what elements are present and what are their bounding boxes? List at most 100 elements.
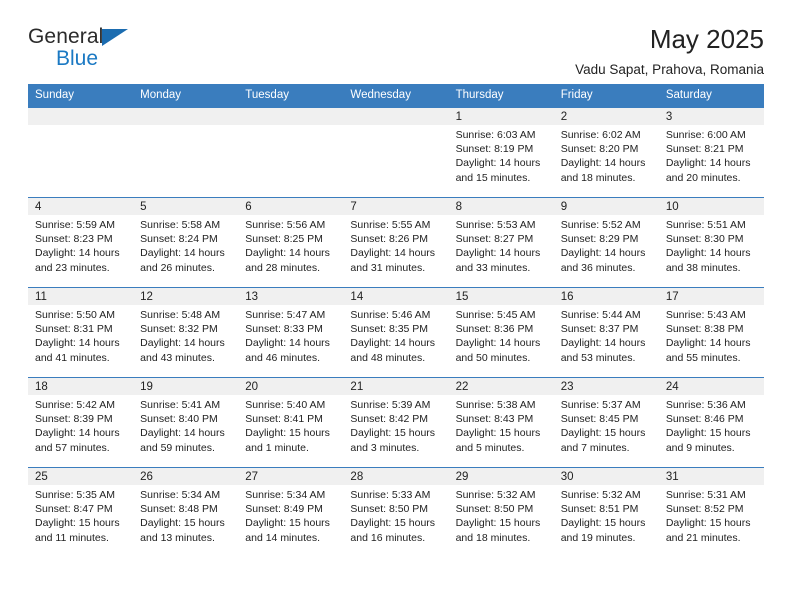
daylight-text-line1: Daylight: 14 hours — [35, 247, 120, 260]
daylight-text-line2: and 15 minutes. — [455, 171, 531, 184]
calendar-day-cell[interactable]: 1 Sunrise: 6:03 AM Sunset: 8:19 PM Daylight… — [448, 107, 554, 198]
calendar-day-cell[interactable]: 7 Sunrise: 5:55 AM Sunset: 8:26 PM Daylight… — [343, 197, 449, 288]
calendar-day-cell[interactable]: 31 Sunrise: 5:31 AM Sunset: 8:52 PM Dayligh… — [658, 467, 764, 558]
page-subtitle: Vadu Sapat, Prahova, Romania — [575, 62, 764, 78]
calendar-day-cell[interactable]: 23 Sunrise: 5:37 AM Sunset: 8:45 PM Dayligh… — [553, 377, 659, 468]
calendar-day-cell[interactable]: 3 Sunrise: 6:00 AM Sunset: 8:21 PM Daylight… — [658, 107, 764, 198]
calendar-day-cell[interactable]: 30 Sunrise: 5:32 AM Sunset: 8:51 PM Dayligh… — [553, 467, 659, 558]
sunrise-text: Sunrise: 5:48 AM — [140, 309, 221, 321]
day-sun-info: Sunrise: 6:00 AM Sunset: 8:21 PM Daylight:… — [659, 125, 764, 185]
sunset-text: Sunset: 8:21 PM — [665, 143, 744, 156]
sunset-text: Sunset: 8:35 PM — [350, 323, 429, 336]
daylight-text-line2: and 21 minutes. — [665, 531, 741, 544]
sunset-text: Sunset: 8:19 PM — [455, 143, 534, 156]
daylight-text-line2: and 33 minutes. — [455, 261, 531, 274]
day-sun-info: Sunrise: 5:33 AM Sunset: 8:50 PM Daylight:… — [343, 485, 448, 545]
calendar-day-cell[interactable]: 24 Sunrise: 5:36 AM Sunset: 8:46 PM Dayligh… — [658, 377, 764, 468]
day-number: 28 — [343, 468, 449, 485]
page-title: May 2025 — [649, 24, 764, 54]
daylight-text-line1: Daylight: 14 hours — [140, 337, 225, 350]
calendar-day-cell[interactable]: 12 Sunrise: 5:48 AM Sunset: 8:32 PM Dayligh… — [133, 287, 239, 378]
sunrise-text: Sunrise: 5:43 AM — [665, 309, 746, 321]
daylight-text-line1: Daylight: 15 hours — [350, 517, 436, 530]
sunrise-text: Sunrise: 5:31 AM — [665, 489, 746, 501]
day-sun-info: Sunrise: 5:35 AM Sunset: 8:47 PM Daylight:… — [28, 485, 133, 545]
sunset-text: Sunset: 8:52 PM — [665, 503, 744, 516]
calendar-day-cell[interactable]: 21 Sunrise: 5:39 AM Sunset: 8:42 PM Dayligh… — [343, 377, 449, 468]
calendar-week-row: 4 Sunrise: 5:59 AM Sunset: 8:23 PM Daylight… — [28, 197, 764, 288]
day-number — [28, 108, 134, 125]
calendar-day-cell[interactable]: 9 Sunrise: 5:52 AM Sunset: 8:29 PM Daylight… — [553, 197, 659, 288]
calendar-day-cell[interactable]: 29 Sunrise: 5:32 AM Sunset: 8:50 PM Dayligh… — [448, 467, 554, 558]
sunset-text: Sunset: 8:42 PM — [350, 413, 429, 426]
sunrise-text: Sunrise: 5:55 AM — [350, 219, 431, 231]
day-sun-info: Sunrise: 5:32 AM Sunset: 8:51 PM Daylight:… — [554, 485, 659, 545]
daylight-text-line2: and 11 minutes. — [35, 531, 109, 544]
calendar-day-cell[interactable]: 8 Sunrise: 5:53 AM Sunset: 8:27 PM Daylight… — [448, 197, 554, 288]
daylight-text-line1: Daylight: 14 hours — [665, 157, 751, 170]
calendar-day-cell[interactable]: 2 Sunrise: 6:02 AM Sunset: 8:20 PM Daylight… — [553, 107, 659, 198]
day-number: 9 — [553, 198, 659, 215]
calendar-day-cell[interactable]: 4 Sunrise: 5:59 AM Sunset: 8:23 PM Daylight… — [28, 197, 134, 288]
daylight-text-line1: Daylight: 15 hours — [35, 517, 120, 530]
day-number: 7 — [343, 198, 449, 215]
calendar-day-cell[interactable]: 26 Sunrise: 5:34 AM Sunset: 8:48 PM Dayligh… — [133, 467, 239, 558]
day-sun-info: Sunrise: 5:36 AM Sunset: 8:46 PM Daylight:… — [659, 395, 764, 455]
calendar-day-cell[interactable]: 14 Sunrise: 5:46 AM Sunset: 8:35 PM Dayligh… — [343, 287, 449, 378]
calendar-day-cell[interactable]: 20 Sunrise: 5:40 AM Sunset: 8:41 PM Dayligh… — [238, 377, 344, 468]
sunrise-text: Sunrise: 5:38 AM — [455, 399, 536, 411]
daylight-text-line1: Daylight: 14 hours — [455, 337, 541, 350]
calendar-day-cell[interactable]: 16 Sunrise: 5:44 AM Sunset: 8:37 PM Dayligh… — [553, 287, 659, 378]
calendar-day-cell[interactable]: 28 Sunrise: 5:33 AM Sunset: 8:50 PM Dayligh… — [343, 467, 449, 558]
daylight-text-line1: Daylight: 15 hours — [455, 427, 541, 440]
sunset-text: Sunset: 8:51 PM — [560, 503, 639, 516]
day-sun-info: Sunrise: 5:39 AM Sunset: 8:42 PM Daylight:… — [343, 395, 448, 455]
day-sun-info: Sunrise: 5:41 AM Sunset: 8:40 PM Daylight:… — [133, 395, 238, 455]
sunrise-text: Sunrise: 5:33 AM — [350, 489, 431, 501]
calendar-header-row: Sunday Monday Tuesday Wednesday Thursday Frid… — [28, 84, 764, 108]
calendar-day-cell[interactable]: 25 Sunrise: 5:35 AM Sunset: 8:47 PM Dayligh… — [28, 467, 134, 558]
day-number: 21 — [343, 378, 449, 395]
sunset-text: Sunset: 8:37 PM — [560, 323, 639, 336]
calendar-day-cell[interactable]: 13 Sunrise: 5:47 AM Sunset: 8:33 PM Dayligh… — [238, 287, 344, 378]
sunset-text: Sunset: 8:46 PM — [665, 413, 744, 426]
calendar-day-cell[interactable]: 6 Sunrise: 5:56 AM Sunset: 8:25 PM Daylight… — [238, 197, 344, 288]
sunrise-text: Sunrise: 5:41 AM — [140, 399, 221, 411]
day-number: 18 — [28, 378, 134, 395]
daylight-text-line2: and 23 minutes. — [35, 261, 110, 274]
sunrise-text: Sunrise: 5:51 AM — [665, 219, 746, 231]
daylight-text-line2: and 16 minutes. — [350, 531, 426, 544]
day-sun-info: Sunrise: 5:34 AM Sunset: 8:49 PM Daylight:… — [238, 485, 343, 545]
calendar-day-cell[interactable]: 10 Sunrise: 5:51 AM Sunset: 8:30 PM Dayligh… — [658, 197, 764, 288]
day-sun-info: Sunrise: 5:45 AM Sunset: 8:36 PM Daylight:… — [449, 305, 554, 365]
calendar-day-cell[interactable]: 27 Sunrise: 5:34 AM Sunset: 8:49 PM Dayligh… — [238, 467, 344, 558]
calendar-day-cell[interactable]: 19 Sunrise: 5:41 AM Sunset: 8:40 PM Dayligh… — [133, 377, 239, 468]
calendar-day-cell[interactable]: 17 Sunrise: 5:43 AM Sunset: 8:38 PM Dayligh… — [658, 287, 764, 378]
daylight-text-line1: Daylight: 15 hours — [560, 427, 646, 440]
calendar-day-cell[interactable]: 5 Sunrise: 5:58 AM Sunset: 8:24 PM Daylight… — [133, 197, 239, 288]
calendar-day-cell[interactable]: 22 Sunrise: 5:38 AM Sunset: 8:43 PM Dayligh… — [448, 377, 554, 468]
calendar-day-cell[interactable]: 11 Sunrise: 5:50 AM Sunset: 8:31 PM Dayligh… — [28, 287, 134, 378]
day-number: 19 — [133, 378, 239, 395]
sunset-text: Sunset: 8:20 PM — [560, 143, 639, 156]
calendar-day-cell[interactable]: 15 Sunrise: 5:45 AM Sunset: 8:36 PM Dayligh… — [448, 287, 554, 378]
day-sun-info: Sunrise: 5:52 AM Sunset: 8:29 PM Daylight:… — [554, 215, 659, 275]
sunset-text: Sunset: 8:45 PM — [560, 413, 639, 426]
sunset-text: Sunset: 8:25 PM — [245, 233, 323, 246]
calendar-cell-empty — [133, 107, 239, 198]
day-number: 2 — [553, 108, 659, 125]
daylight-text-line2: and 38 minutes. — [665, 261, 741, 274]
sunrise-text: Sunrise: 5:42 AM — [35, 399, 115, 411]
day-number: 3 — [658, 108, 764, 125]
daylight-text-line2: and 59 minutes. — [140, 441, 215, 454]
day-number: 14 — [343, 288, 449, 305]
sunset-text: Sunset: 8:31 PM — [35, 323, 113, 336]
sunset-text: Sunset: 8:30 PM — [665, 233, 744, 246]
day-number: 29 — [448, 468, 554, 485]
calendar-day-cell[interactable]: 18 Sunrise: 5:42 AM Sunset: 8:39 PM Dayligh… — [28, 377, 134, 468]
day-number: 27 — [238, 468, 344, 485]
brand-logo[interactable]: General Blue — [28, 26, 148, 78]
daylight-text-line2: and 1 minute. — [245, 441, 309, 454]
sunrise-text: Sunrise: 5:45 AM — [455, 309, 536, 321]
calendar-cell-empty — [238, 107, 344, 198]
